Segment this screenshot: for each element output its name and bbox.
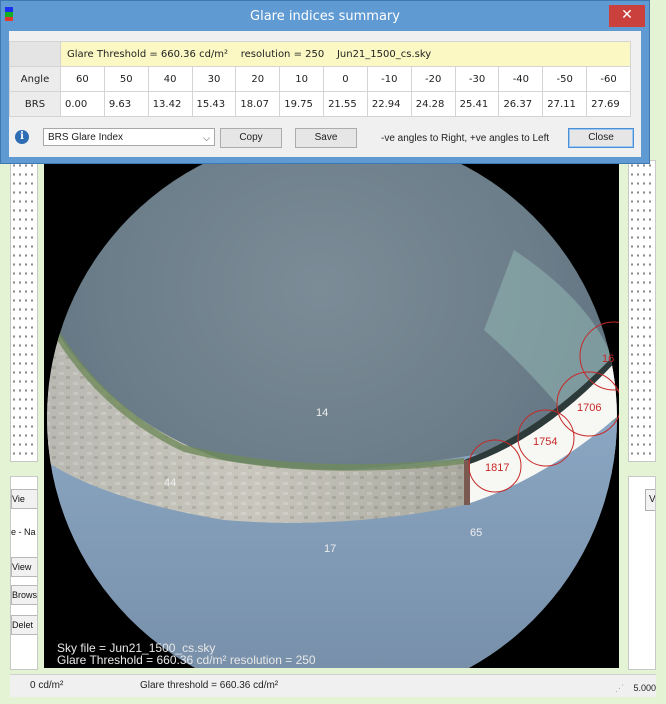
luminance-label: 17 [324, 543, 336, 555]
browse-button-label: Brows [12, 590, 38, 600]
right-dotted-panel [628, 160, 656, 462]
angle-cell[interactable]: -60 [586, 66, 631, 92]
brs-cell[interactable]: 21.55 [323, 91, 368, 117]
dialog-toolbar: i BRS Glare Index ⌵ Copy Save -ve angles… [9, 125, 641, 153]
info-cell: Glare Threshold = 660.36 cd/m² resolutio… [60, 41, 631, 67]
brs-cell[interactable]: 0.00 [60, 91, 105, 117]
info-threshold: Glare Threshold = 660.36 cd/m² [67, 48, 229, 60]
right-view-tab[interactable]: V [645, 489, 655, 511]
glare-source-label: 1754 [533, 436, 557, 448]
angle-cell[interactable]: 50 [103, 66, 149, 92]
brs-cell[interactable]: 26.37 [498, 91, 544, 117]
angle-cell[interactable]: 30 [191, 66, 237, 92]
fisheye-sky-render: 1817 1754 1706 16 14 44 17 65 [47, 160, 619, 668]
luminance-label: 14 [316, 407, 328, 419]
glare-source-label: 16 [602, 353, 614, 365]
resize-grip-icon[interactable]: ⋰ [615, 683, 624, 694]
delete-button-label: Delet [12, 620, 34, 630]
brs-cell[interactable]: 9.63 [103, 91, 149, 117]
angle-cell[interactable]: -20 [410, 66, 456, 92]
glare-summary-grid: Glare Threshold = 660.36 cd/m² resolutio… [9, 41, 631, 117]
brs-cell[interactable]: 22.94 [366, 91, 412, 117]
angle-cell[interactable]: 10 [279, 66, 325, 92]
left-dotted-panel [10, 160, 38, 462]
overlay-threshold: Glare Threshold = 660.36 cd/m² resolutio… [57, 653, 316, 667]
angle-direction-note: -ve angles to Right, +ve angles to Left [381, 133, 550, 144]
globe [47, 160, 617, 668]
brs-cell[interactable]: 15.43 [191, 91, 237, 117]
view-button[interactable]: View [11, 557, 37, 577]
angle-cell[interactable]: 60 [60, 66, 105, 92]
angle-row: Angle 60 50 40 30 20 10 0 -10 -20 -30 -40 -50 -60 [9, 66, 631, 92]
fisheye-image-viewport[interactable]: 1817 1754 1706 16 14 44 17 65 Sky file =… [44, 160, 619, 668]
brs-cell[interactable]: 13.42 [147, 91, 193, 117]
brs-cell[interactable]: 27.11 [542, 91, 588, 117]
view-tab-label: Vie [12, 494, 25, 504]
glare-source-label: 1817 [485, 462, 509, 474]
view-button-label: View [12, 562, 32, 572]
browse-button[interactable]: Brows [11, 585, 38, 605]
glare-index-select[interactable]: BRS Glare Index ⌵ [43, 128, 215, 146]
brs-row-header: BRS [9, 91, 61, 117]
status-luminance: 0 cd/m² [30, 680, 64, 691]
angle-cell[interactable]: -40 [498, 66, 544, 92]
grid-info-row: Glare Threshold = 660.36 cd/m² resolutio… [9, 41, 631, 67]
angle-cell[interactable]: -30 [454, 66, 500, 92]
grid-corner-cell [9, 41, 61, 67]
glare-source-label: 1706 [577, 402, 601, 414]
luminance-label: 44 [164, 477, 176, 489]
close-window-button[interactable]: ✕ [609, 5, 645, 27]
close-icon: ✕ [621, 7, 633, 23]
brs-cell[interactable]: 19.75 [279, 91, 325, 117]
status-bar: 0 cd/m² Glare threshold = 660.36 cd/m² ⋰… [10, 674, 656, 697]
info-icon[interactable]: i [15, 130, 29, 144]
save-button[interactable]: Save [295, 128, 357, 148]
angle-cell[interactable]: -50 [542, 66, 588, 92]
chevron-down-icon: ⌵ [203, 133, 210, 143]
dialog-body: Glare Threshold = 660.36 cd/m² resolutio… [9, 31, 641, 157]
brs-cell[interactable]: 27.69 [586, 91, 631, 117]
delete-button[interactable]: Delet [11, 615, 37, 635]
dialog-title: Glare indices summary [250, 9, 400, 24]
right-side-panel: V [628, 476, 656, 670]
angle-row-header: Angle [9, 66, 61, 92]
glare-indices-dialog: Glare indices summary ✕ Glare Threshold … [0, 0, 650, 164]
glare-index-select-value: BRS Glare Index [48, 132, 124, 143]
brs-cell[interactable]: 25.41 [454, 91, 500, 117]
view-tab[interactable]: Vie [11, 489, 37, 509]
info-sky-file: Jun21_1500_cs.sky [336, 48, 432, 60]
name-label: e - Na [11, 527, 36, 537]
copy-button[interactable]: Copy [220, 128, 282, 148]
status-threshold: Glare threshold = 660.36 cd/m² [140, 680, 279, 691]
angle-cell[interactable]: 40 [147, 66, 193, 92]
status-right-value: 5.000 [633, 683, 656, 693]
brs-row: BRS 0.00 9.63 13.42 15.43 18.07 19.75 21.55 22.… [9, 91, 631, 117]
close-button[interactable]: Close [568, 128, 634, 148]
brs-cell[interactable]: 18.07 [235, 91, 281, 117]
angle-cell[interactable]: -10 [366, 66, 412, 92]
brs-cell[interactable]: 24.28 [410, 91, 456, 117]
left-side-panel: Vie e - Na View Brows Delet [10, 476, 38, 670]
luminance-label: 65 [470, 527, 482, 539]
angle-cell[interactable]: 0 [323, 66, 368, 92]
dialog-title-bar[interactable]: Glare indices summary ✕ [1, 1, 649, 31]
angle-cell[interactable]: 20 [235, 66, 281, 92]
info-resolution: resolution = 250 [240, 48, 325, 60]
